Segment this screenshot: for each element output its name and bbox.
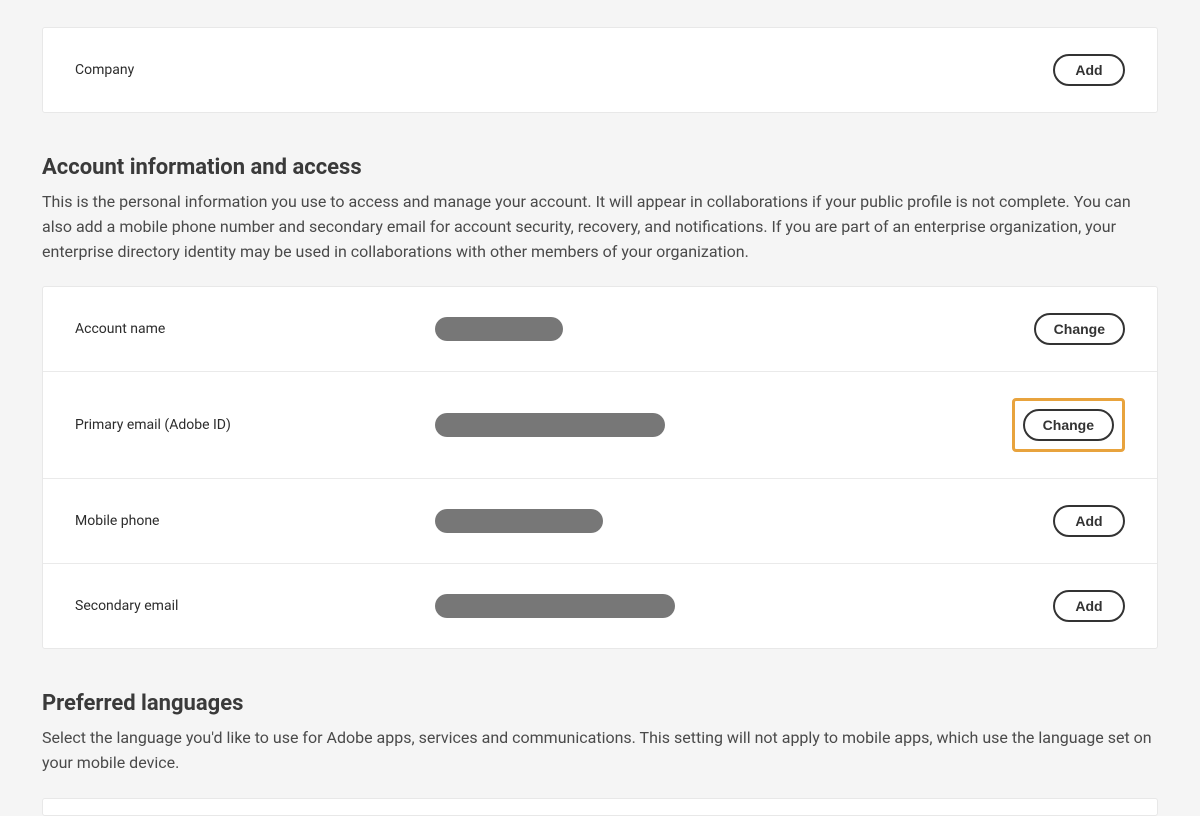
account-name-redacted-value [435, 317, 563, 341]
primary-email-label: Primary email (Adobe ID) [75, 417, 435, 433]
mobile-phone-redacted-value [435, 509, 603, 533]
account-name-label: Account name [75, 321, 435, 337]
account-section-title: Account information and access [42, 155, 1158, 180]
secondary-email-add-button[interactable]: Add [1053, 590, 1125, 622]
primary-email-row: Primary email (Adobe ID) Change [43, 372, 1157, 479]
secondary-email-redacted-value [435, 594, 675, 618]
primary-email-redacted-value [435, 413, 665, 437]
mobile-phone-label: Mobile phone [75, 513, 435, 529]
company-row: Company Add [43, 28, 1157, 112]
secondary-email-label: Secondary email [75, 598, 435, 614]
languages-card [42, 798, 1158, 816]
mobile-phone-row: Mobile phone Add [43, 479, 1157, 564]
company-add-button[interactable]: Add [1053, 54, 1125, 86]
company-label: Company [75, 62, 435, 78]
mobile-phone-add-button[interactable]: Add [1053, 505, 1125, 537]
languages-section-description: Select the language you'd like to use fo… [42, 726, 1158, 776]
primary-email-highlight: Change [1012, 398, 1125, 452]
account-name-row: Account name Change [43, 287, 1157, 372]
secondary-email-row: Secondary email Add [43, 564, 1157, 648]
account-info-card: Account name Change Primary email (Adobe… [42, 286, 1158, 649]
primary-email-change-button[interactable]: Change [1023, 409, 1114, 441]
account-name-change-button[interactable]: Change [1034, 313, 1125, 345]
languages-section-title: Preferred languages [42, 691, 1158, 716]
company-card: Company Add [42, 27, 1158, 113]
account-section-description: This is the personal information you use… [42, 190, 1158, 264]
